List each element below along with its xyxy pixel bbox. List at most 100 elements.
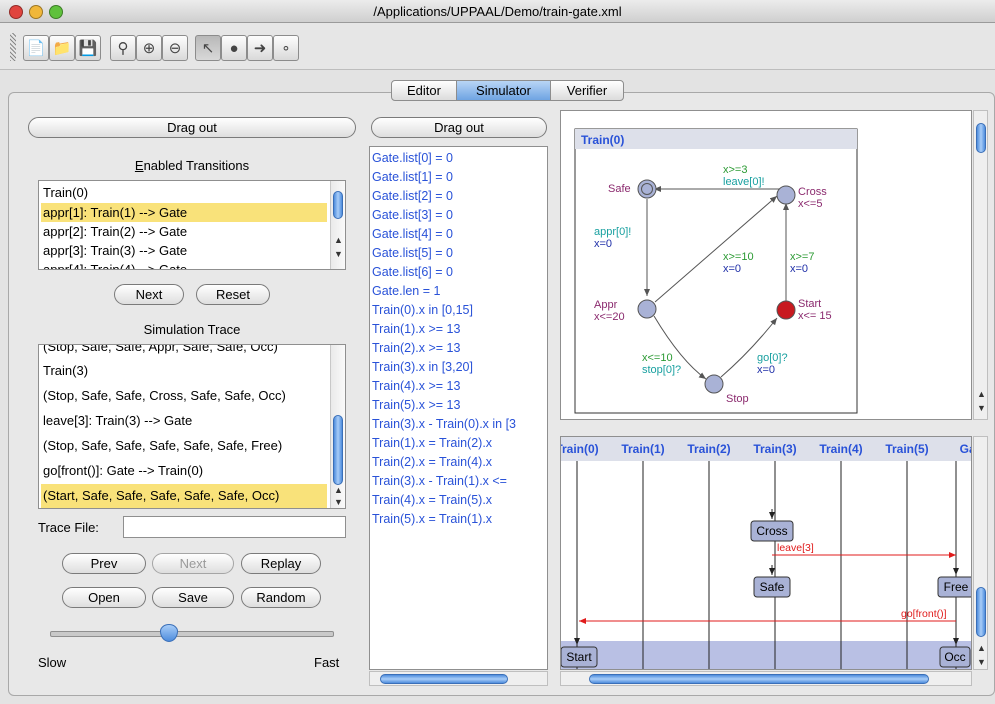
tab-editor[interactable]: Editor	[391, 80, 457, 101]
scroll-down-icon[interactable]: ▼	[977, 403, 986, 413]
process-name: Train(0)	[581, 133, 624, 147]
scroll-down-icon[interactable]: ▼	[334, 497, 343, 507]
msc-process-header: Train(4)	[819, 442, 862, 456]
trace-file-input[interactable]	[123, 516, 346, 538]
location-stop	[704, 374, 724, 394]
scroll-thumb[interactable]	[976, 587, 986, 637]
location-cross	[776, 185, 796, 205]
list-item[interactable]: appr[1]: Train(1) --> Gate	[41, 203, 327, 222]
add-nail-icon[interactable]: ∘	[273, 35, 299, 61]
variable-line: Gate.list[2] = 0	[372, 189, 453, 203]
trace-item[interactable]: go[front()]: Gate --> Train(0)	[41, 460, 327, 482]
scroll-thumb[interactable]	[589, 674, 929, 684]
variable-line: Gate.list[1] = 0	[372, 170, 453, 184]
scroll-up-icon[interactable]: ▲	[334, 485, 343, 495]
variable-line: Train(4).x >= 13	[372, 379, 461, 393]
new-file-icon[interactable]: 📄	[23, 35, 49, 61]
label-stop: Stop	[726, 393, 749, 405]
automaton-vertical-scrollbar[interactable]: ▲ ▼	[973, 110, 988, 420]
variable-line: Train(2).x >= 13	[372, 341, 461, 355]
zoom-in-icon[interactable]: ⊕	[136, 35, 162, 61]
variable-line: Train(3).x - Train(0).x in [3	[372, 417, 517, 431]
msc-box-start-label: Start	[566, 650, 592, 664]
msc-process-header: Train(3)	[753, 442, 796, 456]
title-bar: /Applications/UPPAAL/Demo/train-gate.xml	[0, 0, 995, 23]
open-folder-icon[interactable]: 📁	[49, 35, 75, 61]
message-sequence-chart[interactable]: Train(0) Train(1) Train(2) Train(3) Train(4)…	[560, 436, 972, 670]
scroll-up-icon[interactable]: ▲	[977, 643, 986, 653]
next-step-button[interactable]: Next	[152, 553, 234, 574]
random-button[interactable]: Random	[241, 587, 321, 608]
drag-out-button[interactable]: Drag out	[28, 117, 356, 138]
replay-button[interactable]: Replay	[241, 553, 321, 574]
simulation-trace-list: (Stop, Safe, Safe, Appr, Safe, Safe, Occ…	[38, 344, 346, 509]
scroll-thumb[interactable]	[380, 674, 508, 684]
label-appr-inv: x<=20	[594, 311, 625, 323]
list-item[interactable]: appr[4]: Train(4) --> Gate	[41, 260, 327, 269]
variable-line: Train(1).x >= 13	[372, 322, 461, 336]
list-item[interactable]: appr[3]: Train(3) --> Gate	[41, 241, 327, 260]
prev-button[interactable]: Prev	[62, 553, 146, 574]
trace-item[interactable]: (Stop, Safe, Safe, Cross, Safe, Safe, Oc…	[41, 385, 327, 407]
select-arrow-icon[interactable]: ↖	[195, 35, 221, 61]
msc-box-cross-label: Cross	[756, 524, 787, 538]
label-start: Start	[798, 298, 821, 310]
trace-item[interactable]: (Start, Safe, Safe, Safe, Safe, Safe, Oc…	[41, 484, 327, 508]
enabled-scrollbar[interactable]: ▲ ▼	[330, 181, 345, 269]
scroll-thumb[interactable]	[333, 191, 343, 219]
trace-scrollbar[interactable]: ▲ ▼	[330, 345, 345, 508]
trace-item[interactable]: Train(3)	[41, 360, 327, 382]
slider-thumb[interactable]	[160, 624, 179, 642]
slider-ticks	[38, 643, 346, 649]
add-edge-icon[interactable]: ➜	[247, 35, 273, 61]
msc-highlight-row	[561, 641, 971, 669]
variables-panel: Gate.list[0] = 0 Gate.list[1] = 0 Gate.lis…	[369, 146, 548, 670]
trace-item[interactable]: (Stop, Safe, Safe, Safe, Safe, Safe, Fre…	[41, 435, 327, 457]
drag-out-vars-button[interactable]: Drag out	[371, 117, 547, 138]
location-appr	[637, 299, 657, 319]
reset-button[interactable]: Reset	[196, 284, 270, 305]
sync-appr-stop: stop[0]?	[642, 364, 681, 376]
zoom-out-icon[interactable]: ⊖	[162, 35, 188, 61]
upd-appr-cross: x=0	[723, 263, 741, 275]
msc-process-header: Gate	[960, 442, 971, 456]
scroll-thumb[interactable]	[333, 415, 343, 485]
variable-line: Train(4).x = Train(5).x	[372, 493, 493, 507]
variable-line: Gate.list[5] = 0	[372, 246, 453, 260]
save-button[interactable]: Save	[152, 587, 234, 608]
toolbar: 📄 📁 💾 ⚲ ⊕ ⊖ ↖ ● ➜ ∘	[0, 23, 995, 70]
toolbar-grip[interactable]	[10, 33, 16, 61]
sync-cross-safe: leave[0]!	[723, 176, 765, 188]
scroll-down-icon[interactable]: ▼	[977, 657, 986, 667]
msc-process-header: Train(2)	[687, 442, 730, 456]
msc-vertical-scrollbar[interactable]: ▲ ▼	[973, 436, 988, 670]
variable-line: Train(0).x in [0,15]	[372, 303, 473, 317]
tab-simulator[interactable]: Simulator	[456, 80, 551, 101]
list-item[interactable]: appr[2]: Train(2) --> Gate	[41, 222, 327, 241]
next-transition-button[interactable]: Next	[114, 284, 184, 305]
automaton-view[interactable]: Train(0) Safe Cross x<=5 Appr x<=20 Star…	[560, 110, 972, 420]
split-divider[interactable]	[560, 424, 988, 432]
variable-line: Train(5).x = Train(1).x	[372, 512, 493, 526]
fast-label: Fast	[314, 655, 340, 670]
tab-verifier[interactable]: Verifier	[550, 80, 624, 101]
guard-start-cross: x>=7	[790, 251, 814, 263]
trace-item[interactable]: leave[3]: Train(3) --> Gate	[41, 410, 327, 432]
variable-line: Train(1).x = Train(2).x	[372, 436, 493, 450]
open-button[interactable]: Open	[62, 587, 146, 608]
trace-item[interactable]: (Stop, Safe, Safe, Appr, Safe, Safe, Occ…	[41, 345, 327, 356]
scroll-thumb[interactable]	[976, 123, 986, 153]
save-icon[interactable]: 💾	[75, 35, 101, 61]
add-location-icon[interactable]: ●	[221, 35, 247, 61]
variable-line: Gate.list[0] = 0	[372, 151, 453, 165]
scroll-up-icon[interactable]: ▲	[334, 235, 343, 245]
scroll-down-icon[interactable]: ▼	[334, 249, 343, 259]
vars-horizontal-scrollbar[interactable]	[369, 671, 548, 686]
speed-slider[interactable]	[38, 621, 346, 663]
scroll-up-icon[interactable]: ▲	[977, 389, 986, 399]
enabled-transitions-list: Train(0) appr[1]: Train(1) --> Gate appr…	[38, 180, 346, 270]
list-item[interactable]: Train(0)	[41, 183, 327, 202]
zoom-icon[interactable]: ⚲	[110, 35, 136, 61]
variable-line: Train(3).x in [3,20]	[372, 360, 473, 374]
msc-horizontal-scrollbar[interactable]	[560, 671, 972, 686]
